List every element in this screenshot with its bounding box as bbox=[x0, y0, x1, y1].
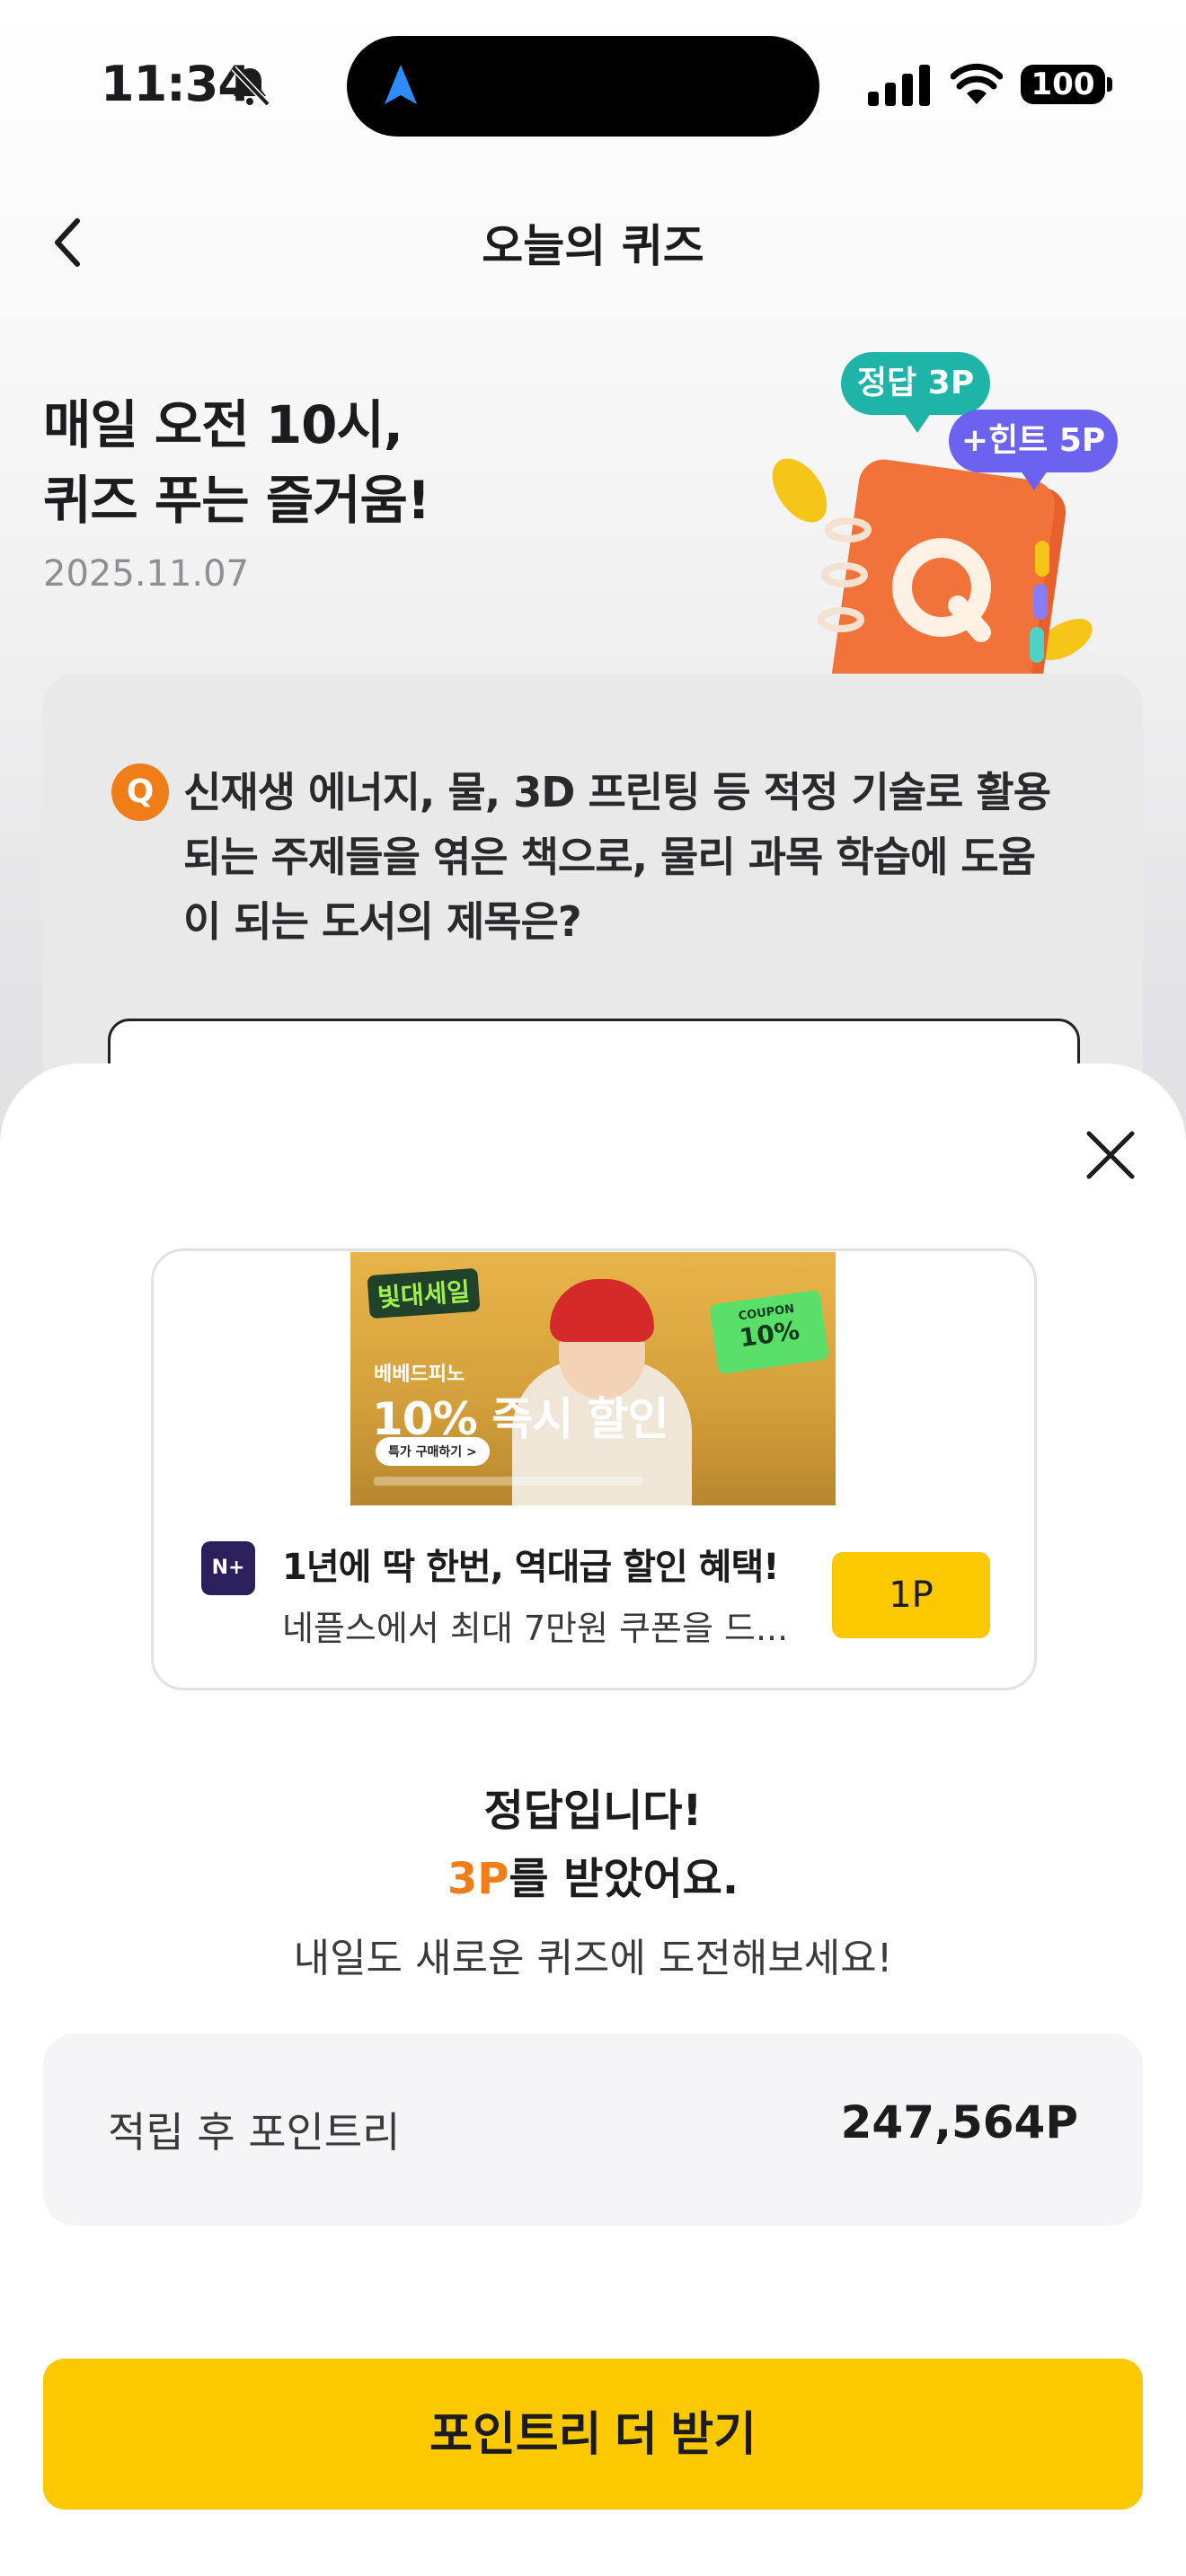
ad-title[interactable]: 1년에 딱 한번, 역대급 할인 혜택! bbox=[282, 1538, 779, 1590]
wifi-icon bbox=[951, 63, 1003, 104]
ad-fine-print bbox=[374, 1477, 643, 1486]
question-line-1: 신재생 에너지, 물, 3D 프린팅 등 적정 기술로 활용 bbox=[183, 768, 1051, 816]
badge-tail bbox=[904, 413, 931, 433]
points-total-label: 적립 후 포인트리 bbox=[108, 2108, 401, 2157]
correct-points-badge: 정답 3P bbox=[841, 352, 990, 415]
ad-point-button[interactable]: 1P bbox=[832, 1552, 990, 1638]
result-points: 3P를 받았어요. bbox=[0, 1843, 1186, 1906]
battery-tip bbox=[1107, 77, 1112, 92]
quiz-date: 2025.11.07 bbox=[43, 553, 250, 595]
question-mark-badge: Q bbox=[111, 763, 169, 821]
ad-sale-logo: 빛대세일 bbox=[367, 1267, 481, 1319]
badge-tail bbox=[1021, 471, 1048, 490]
ad-banner-image[interactable]: 빛대세일 베베드피노 10% 즉시 할인 특가 구매하기 > COUPON 10… bbox=[350, 1252, 836, 1505]
bell-slash-icon bbox=[231, 66, 270, 107]
points-total-value: 247,564P bbox=[840, 2096, 1078, 2148]
ad-app-icon: N+ bbox=[201, 1541, 255, 1595]
question-line-3: 이 되는 도서의 제목은? bbox=[183, 897, 582, 946]
ad-coupon: COUPON 10% bbox=[709, 1289, 829, 1375]
hint-points-badge: +힌트 5P bbox=[949, 410, 1118, 472]
battery-indicator: 100 bbox=[1021, 65, 1105, 104]
cellular-signal-icon bbox=[868, 65, 930, 106]
hero-headline-1: 매일 오전 10시, bbox=[43, 394, 403, 455]
earned-points-suffix: 를 받았어요. bbox=[509, 1854, 739, 1904]
earned-points: 3P bbox=[447, 1854, 509, 1904]
ad-description[interactable]: 네플스에서 최대 7만원 쿠폰을 드... bbox=[282, 1601, 803, 1650]
result-title: 정답입니다! bbox=[483, 1786, 703, 1836]
page-title: 오늘의 퀴즈 bbox=[482, 220, 704, 272]
result-subtitle: 내일도 새로운 퀴즈에 도전해보세요! bbox=[293, 1936, 893, 1981]
get-more-points-button[interactable]: 포인트리 더 받기 bbox=[43, 2359, 1143, 2510]
ad-buy-button[interactable]: 특가 구매하기 > bbox=[376, 1437, 490, 1466]
question-line-2: 되는 주제들을 엮은 책으로, 물리 과목 학습에 도움 bbox=[183, 833, 1036, 881]
close-icon[interactable] bbox=[1082, 1126, 1139, 1184]
hero-headline-2: 퀴즈 푸는 즐거움! bbox=[43, 470, 430, 531]
ad-model-hat bbox=[550, 1279, 654, 1342]
location-arrow-icon bbox=[385, 65, 417, 104]
